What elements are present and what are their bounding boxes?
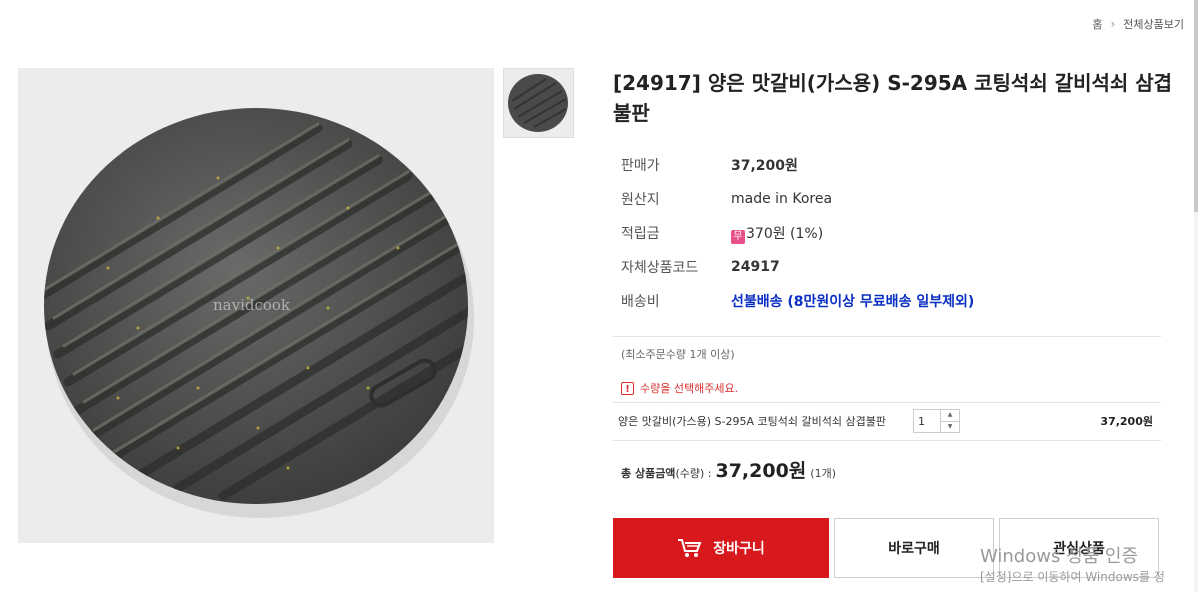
scrollbar-thumb[interactable] (1194, 0, 1198, 212)
shipping-label: 배송비 (621, 294, 660, 310)
origin-row: 원산지 made in Korea (621, 182, 1161, 216)
option-price: 37,200원 (1100, 415, 1153, 428)
total-price: 37,200원 (715, 460, 807, 482)
points-label: 적립금 (621, 226, 660, 242)
points-badge-icon: 무 (731, 229, 745, 244)
breadcrumb: 홈 › 전체상품보기 (1092, 16, 1184, 32)
watermark-line1: Windows 정품 인증 (980, 546, 1139, 567)
cart-button-label: 장바구니 (713, 541, 765, 557)
page-scrollbar[interactable] (1194, 0, 1198, 592)
code-value: 24917 (731, 259, 780, 275)
option-name: 양은 맛갈비(가스용) S-295A 코팅석쇠 갈비석쇠 삼겹불판 (618, 415, 886, 428)
quantity-up-icon[interactable]: ▲ (941, 410, 959, 421)
quantity-down-icon[interactable]: ▼ (941, 420, 959, 433)
watermark-line2: [설정]으로 이동하여 Windows를 정 (980, 570, 1165, 584)
product-title: [24917] 양은 맛갈비(가스용) S-295A 코팅석쇠 갈비석쇠 삼겹불… (613, 71, 1173, 125)
origin-value: made in Korea (731, 191, 833, 207)
total-price-area: 총 상품금액(수량) : 37,200원 (1개) (621, 456, 836, 483)
product-main-image: navidcook (18, 68, 494, 543)
price-label: 판매가 (621, 158, 660, 174)
divider (613, 336, 1161, 337)
points-value: 370원 (1%) (746, 225, 824, 242)
breadcrumb-home-link[interactable]: 홈 (1092, 16, 1102, 32)
origin-label: 원산지 (621, 192, 660, 208)
quantity-stepper: ▲ ▼ (913, 409, 960, 433)
add-to-cart-button[interactable]: 장바구니 (613, 518, 829, 578)
product-thumbnail[interactable] (503, 68, 574, 138)
code-row: 자체상품코드 24917 (621, 250, 1161, 284)
price-row: 판매가 37,200원 (621, 148, 1161, 182)
buy-now-button[interactable]: 바로구매 (834, 518, 994, 578)
cart-icon (678, 539, 702, 557)
breadcrumb-current-link[interactable]: 전체상품보기 (1123, 16, 1184, 32)
image-watermark: navidcook (213, 296, 291, 314)
quantity-warning: ! 수량을 선택해주세요. (621, 380, 738, 396)
min-order-text: (최소주문수량 1개 이상) (621, 348, 735, 361)
quantity-arrows: ▲ ▼ (940, 410, 959, 432)
selected-option-row: 양은 맛갈비(가스용) S-295A 코팅석쇠 갈비석쇠 삼겹불판 ▲ ▼ 37… (613, 403, 1161, 439)
price-value: 37,200원 (731, 158, 798, 174)
total-count: (1개) (810, 467, 836, 480)
windows-activation-watermark: Windows 정품 인증 [설정]으로 이동하여 Windows를 정 (980, 546, 1165, 586)
quantity-input[interactable] (914, 410, 940, 432)
buy-button-label: 바로구매 (888, 541, 940, 557)
shipping-row: 배송비 선불배송 (8만원이상 무료배송 일부제외) (621, 284, 1161, 318)
points-value-wrap: 무 370원 (1%) (731, 223, 823, 244)
warning-text: 수량을 선택해주세요. (640, 382, 739, 395)
product-info-table: 판매가 37,200원 원산지 made in Korea 적립금 무 370원 … (621, 148, 1161, 318)
total-label: 총 상품금액(수량) : (621, 467, 712, 480)
code-label: 자체상품코드 (621, 260, 699, 276)
divider (613, 440, 1161, 441)
shipping-value: 선불배송 (8만원이상 무료배송 일부제외) (731, 294, 975, 310)
points-row: 적립금 무 370원 (1%) (621, 216, 1161, 250)
chevron-right-icon: › (1110, 17, 1116, 31)
warning-icon: ! (621, 381, 634, 395)
